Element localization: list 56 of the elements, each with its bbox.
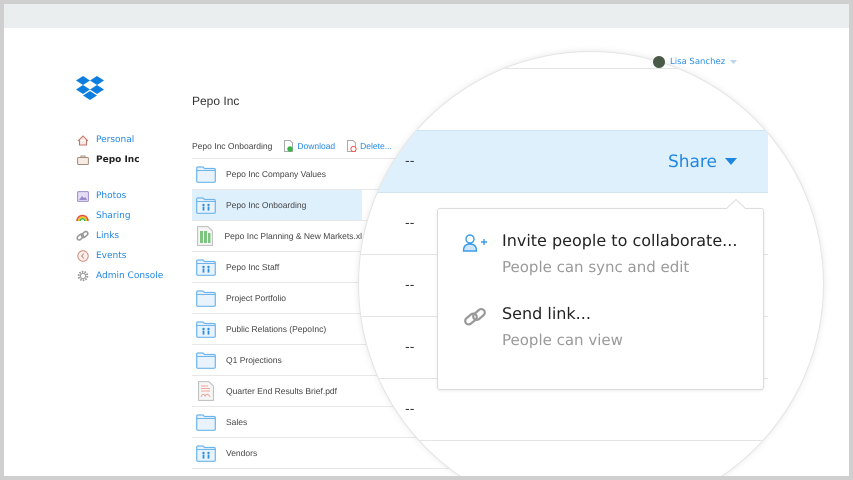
sidebar-item[interactable]: Admin Console <box>76 268 192 284</box>
sidebar-item[interactable]: Links <box>76 228 192 244</box>
sidebar-item[interactable]: Events <box>76 248 192 264</box>
folder-icon <box>196 166 216 182</box>
menu-item-subtitle: People can sync and edit <box>502 258 690 276</box>
sidebar-item[interactable]: Personal <box>76 132 192 148</box>
avatar[interactable] <box>653 56 665 68</box>
spreadsheet-file-icon <box>197 226 214 246</box>
sidebar-item[interactable]: Photos <box>76 188 192 204</box>
folder-icon <box>196 290 216 306</box>
file-row[interactable]: Pepo Inc Company Values <box>192 159 362 189</box>
file-row[interactable]: Quarter End Results Brief.pdf <box>192 376 362 406</box>
user-menu[interactable]: Lisa Sanchez <box>670 57 726 67</box>
chain-link-icon <box>76 230 89 242</box>
caret-icon <box>730 60 738 64</box>
breadcrumb: Pepo Inc Onboarding <box>192 141 272 151</box>
sidebar-item[interactable]: Pepo Inc <box>76 152 192 168</box>
file-row[interactable]: Q1 Projections <box>192 345 362 375</box>
modified-cell: -- <box>405 278 414 293</box>
clock-icon <box>76 250 88 262</box>
toolbar-link[interactable]: Download <box>284 140 336 152</box>
file-row[interactable]: Pepo Inc Staff <box>192 252 362 282</box>
modified-cell: -- <box>405 154 414 169</box>
file-row[interactable]: Project Portfolio <box>192 283 362 313</box>
file-row[interactable]: Vendors <box>192 438 362 468</box>
photo-icon <box>76 190 88 202</box>
file-row[interactable]: Sales <box>192 407 362 437</box>
folder-icon <box>196 352 216 368</box>
menu-item[interactable]: Invite people to collaborate... People can sync and edit <box>462 231 763 276</box>
briefcase-icon <box>76 155 88 165</box>
menu-item-title: Send link... <box>502 304 592 323</box>
chain-link-icon <box>463 307 487 327</box>
modified-cell: -- <box>405 216 414 231</box>
file-row[interactable]: Pepo Inc Onboarding <box>192 190 362 220</box>
shared-folder-icon <box>196 258 216 276</box>
shared-folder-icon <box>196 320 216 338</box>
folder-icon <box>196 414 216 430</box>
sidebar-item[interactable]: Sharing <box>76 208 192 224</box>
modified-cell: -- <box>405 402 414 417</box>
file-row[interactable]: Pepo Inc Planning & New Markets.xl <box>192 221 362 251</box>
file-row[interactable]: Public Relations (PepoInc) <box>192 314 362 344</box>
caret-icon <box>725 158 737 165</box>
menu-item[interactable]: Send link... People can view <box>462 304 763 349</box>
shared-folder-icon <box>196 444 216 462</box>
shared-folder-icon <box>196 196 216 214</box>
pdf-file-icon <box>198 381 214 401</box>
download-file-icon <box>284 140 294 152</box>
add-person-icon <box>462 234 488 252</box>
home-icon <box>76 134 88 146</box>
menu-item-title: Invite people to collaborate... <box>502 231 738 250</box>
open-box-logo[interactable] <box>76 76 104 102</box>
modified-cell: -- <box>405 340 414 355</box>
page-title: Pepo Inc <box>192 94 240 108</box>
delete-file-icon <box>347 140 358 152</box>
menu-item-subtitle: People can view <box>502 331 623 349</box>
gear-icon <box>76 270 88 282</box>
